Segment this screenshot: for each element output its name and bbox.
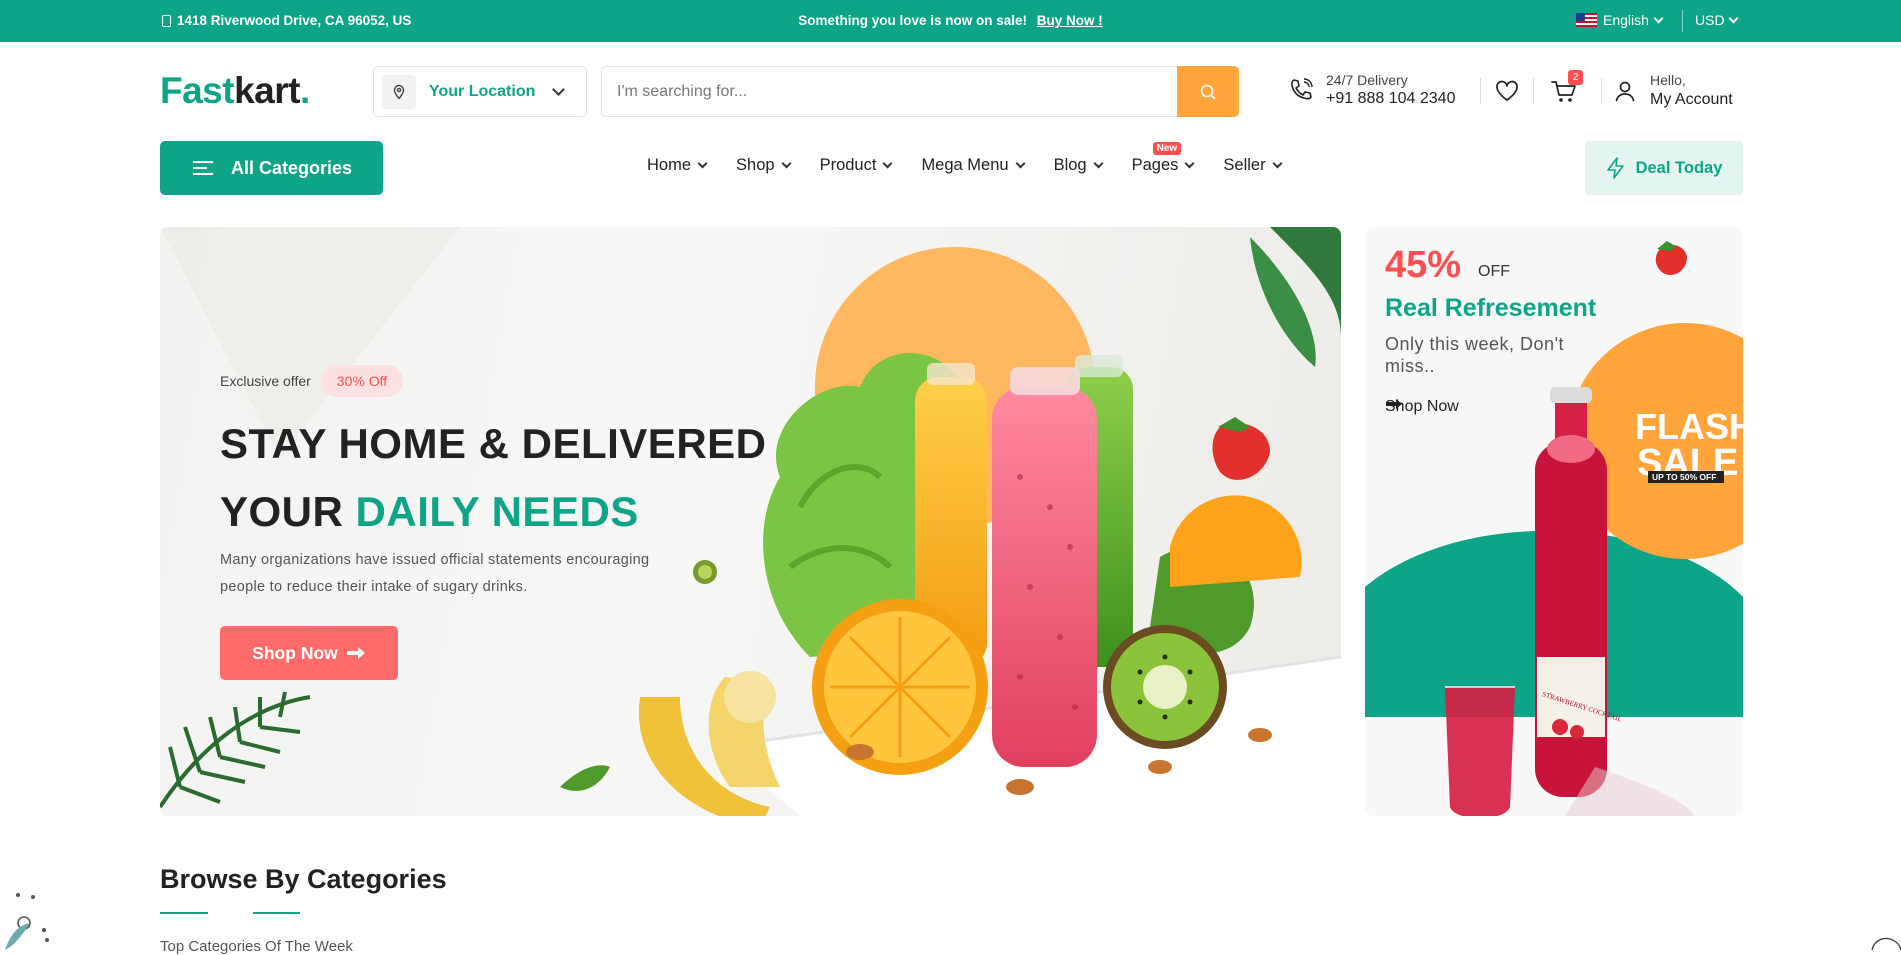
nav-label: Product [819, 156, 877, 174]
currency-label: USD [1695, 12, 1725, 28]
chevron-down-icon [781, 158, 792, 168]
location-selector[interactable]: Your Location [373, 66, 587, 117]
location-pin-icon [382, 74, 416, 109]
nav-label: Shop [736, 156, 775, 174]
nav-item-product[interactable]: Product [819, 156, 893, 175]
phone-call-icon [1291, 78, 1313, 100]
user-icon [1615, 81, 1635, 101]
shop-now-label: Shop Now [252, 642, 338, 663]
chevron-down-icon [1653, 13, 1664, 23]
cart-button[interactable]: 2 [1551, 70, 1583, 109]
account-label: My Account [1650, 91, 1733, 108]
lightning-icon [1606, 157, 1624, 179]
wishlist-button[interactable] [1495, 80, 1519, 107]
decorative-leaf-icon [5, 893, 49, 950]
headline-line-1: STAY HOME & DELIVERED [220, 420, 767, 467]
language-selector[interactable]: English [1576, 12, 1664, 28]
hero-description: Many organizations have issued official … [220, 552, 650, 595]
flash-note: UP TO 50% OFF [1652, 472, 1716, 482]
nav-item-pages[interactable]: New Pages [1131, 142, 1195, 175]
chevron-down-icon [1093, 158, 1104, 168]
nav-label: Home [647, 156, 692, 174]
side-off-label: OFF [1478, 263, 1510, 280]
all-categories-button[interactable]: All Categories [160, 141, 383, 195]
account-greeting: Hello, [1650, 72, 1686, 88]
hero-headline: STAY HOME & DELIVERED YOUR DAILY NEEDS [220, 410, 767, 546]
divider [1480, 78, 1481, 104]
nav-item-home[interactable]: Home [647, 156, 708, 175]
hero-banner: Exclusive offer 30% Off STAY HOME & DELI… [160, 227, 1341, 816]
logo-dot: . [299, 70, 310, 111]
flash-text: FLASH [1635, 406, 1743, 447]
us-flag-icon [1576, 13, 1597, 27]
nav-item-seller[interactable]: Seller [1223, 156, 1283, 175]
nav-label: Mega Menu [921, 156, 1009, 174]
decorative-leaf-icon [1871, 937, 1901, 950]
side-promo-banner: FLASH SALE UP TO 50% OFF STRAWBERRY COCK… [1365, 227, 1743, 816]
deal-today-label: Deal Today [1635, 158, 1723, 177]
browse-categories-heading: Browse By Categories [160, 864, 447, 894]
chevron-down-icon [697, 158, 708, 168]
hero-tag: Exclusive offer 30% Off [220, 365, 404, 397]
language-label: English [1603, 12, 1649, 28]
all-categories-label: All Categories [231, 157, 353, 178]
nav-label: Pages [1131, 156, 1179, 174]
arrow-right-icon [346, 647, 365, 659]
chevron-down-icon [882, 158, 893, 168]
divider [1682, 10, 1683, 32]
top-announcement-bar: 1418 Riverwood Drive, CA 96052, US Somet… [0, 0, 1901, 42]
cart-count-badge: 2 [1568, 70, 1583, 85]
headline-plain: YOUR [220, 488, 344, 535]
side-shop-now-link[interactable]: Shop Now [1385, 398, 1459, 416]
delivery-phone: +91 888 104 2340 [1326, 90, 1456, 107]
side-title: Real Refresement [1385, 294, 1597, 322]
nav-item-mega-menu[interactable]: Mega Menu [921, 156, 1026, 175]
menu-icon [193, 157, 213, 179]
chevron-down-icon [1184, 158, 1195, 168]
side-discount-percent: 45% [1385, 244, 1462, 286]
site-logo[interactable]: Fastkart. [160, 70, 310, 112]
heart-icon [1496, 80, 1518, 101]
currency-selector[interactable]: USD [1695, 12, 1739, 28]
logo-fast: Fast [160, 70, 235, 111]
side-subtitle: Only this week, Don't miss.. [1385, 334, 1565, 376]
divider [1533, 78, 1534, 104]
nav-item-blog[interactable]: Blog [1053, 156, 1104, 175]
chevron-down-icon [1272, 158, 1283, 168]
search-input[interactable] [602, 67, 1177, 116]
delivery-info: 24/7 Delivery +91 888 104 2340 [1288, 72, 1455, 108]
logo-kart: kart [234, 70, 300, 111]
main-navigation: Home Shop Product Mega Menu Blog New Page… [647, 142, 1311, 175]
buy-now-link[interactable]: Buy Now ! [1037, 13, 1103, 28]
chevron-down-icon [552, 82, 566, 96]
search-button[interactable] [1177, 66, 1239, 117]
location-label: Your Location [429, 82, 536, 100]
delivery-label: 24/7 Delivery [1326, 72, 1408, 88]
nav-label: Seller [1223, 156, 1266, 174]
exclusive-offer-label: Exclusive offer [220, 373, 311, 389]
heading-underline [253, 912, 300, 914]
nav-label: Blog [1053, 156, 1087, 174]
browse-categories-subtitle: Top Categories Of The Week [160, 938, 353, 955]
headline-accent: DAILY NEEDS [355, 488, 639, 535]
heading-underline [160, 912, 208, 914]
hero-shop-now-button[interactable]: Shop Now [220, 626, 398, 680]
search-bar [601, 66, 1239, 117]
new-badge: New [1152, 142, 1182, 155]
nav-item-shop[interactable]: Shop [736, 156, 792, 175]
arrow-right-icon [1386, 399, 1402, 409]
search-icon [1200, 84, 1216, 99]
deal-today-button[interactable]: Deal Today [1585, 141, 1743, 195]
discount-badge: 30% Off [320, 365, 404, 397]
headline-line-2: YOUR DAILY NEEDS [220, 478, 767, 546]
account-menu[interactable]: Hello, My Account [1614, 72, 1733, 109]
divider [1601, 78, 1602, 104]
promo-text: Something you love is now on sale! [798, 13, 1028, 28]
chevron-down-icon [1728, 13, 1739, 23]
chevron-down-icon [1015, 158, 1026, 168]
